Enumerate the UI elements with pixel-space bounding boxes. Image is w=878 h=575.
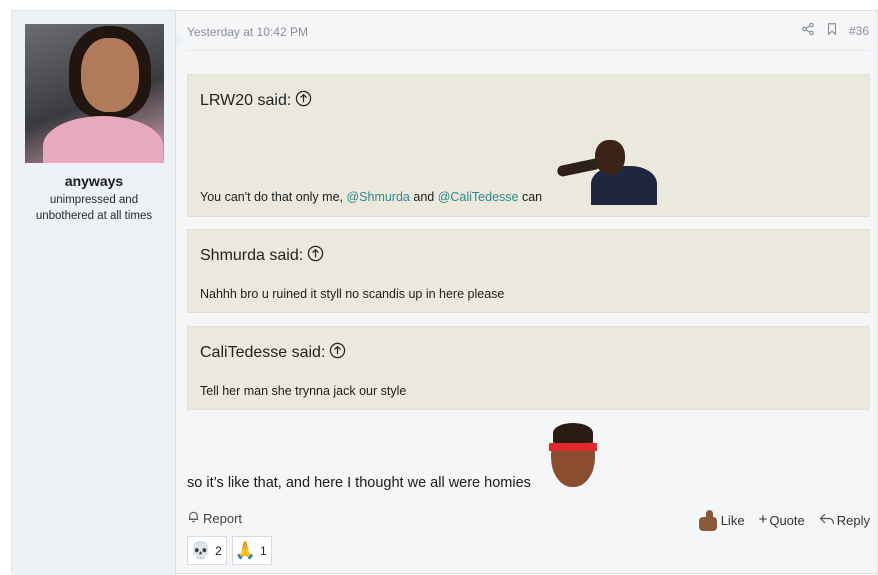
quote-author[interactable]: Shmurda said:	[200, 247, 303, 265]
bell-icon	[187, 510, 200, 526]
quote-text: Nahhh bro u ruined it styll no scandis u…	[200, 287, 505, 301]
skull-icon: 💀	[190, 540, 212, 561]
user-sidebar: anyways unimpressed and unbothered at al…	[12, 11, 176, 575]
post-header: Yesterday at 10:42 PM #36	[187, 11, 869, 51]
plus-icon: +	[758, 511, 768, 528]
arrow-up-circle-icon[interactable]	[295, 90, 312, 112]
quote-block: Shmurda said: Nahhh bro u ruined it styl…	[187, 229, 870, 313]
post-header-actions: #36	[801, 22, 869, 39]
post-body-text: so it’s like that, and here I thought we…	[187, 475, 531, 491]
thumbs-up-icon	[695, 509, 719, 531]
post-footer: Report Like + Quote Reply	[187, 509, 870, 531]
mention-link[interactable]: @CaliTedesse	[438, 190, 519, 204]
user-title: unimpressed and unbothered at all times	[35, 194, 153, 222]
post-date[interactable]: Yesterday at 10:42 PM	[187, 25, 308, 39]
quote-author[interactable]: CaliTedesse said:	[200, 344, 325, 362]
avatar[interactable]	[25, 24, 164, 163]
bookmark-icon[interactable]	[825, 22, 839, 39]
quote-header[interactable]: CaliTedesse said:	[200, 342, 346, 364]
quote-text: You can't do that only me, @Shmurda and …	[200, 190, 543, 204]
report-label: Report	[203, 510, 243, 526]
forum-post: anyways unimpressed and unbothered at al…	[11, 10, 878, 575]
post-main: Yesterday at 10:42 PM #36 LRW20 said: Yo…	[187, 11, 878, 575]
reaction-skull[interactable]: 💀 2	[187, 536, 227, 565]
custom-emoji-image	[547, 421, 599, 491]
arrow-up-circle-icon[interactable]	[307, 245, 324, 267]
arrow-up-circle-icon[interactable]	[329, 342, 346, 364]
reply-button[interactable]: Reply	[819, 512, 870, 529]
reaction-pray[interactable]: 🙏 1	[231, 536, 272, 565]
username[interactable]: anyways	[12, 173, 176, 189]
reaction-count: 2	[215, 543, 222, 558]
post-number[interactable]: #36	[849, 24, 869, 38]
quote-text: Tell her man she trynna jack our style	[200, 384, 407, 398]
quote-header[interactable]: Shmurda said:	[200, 245, 324, 267]
quote-block: LRW20 said: You can't do that only me, @…	[187, 74, 870, 217]
post-actions: Like + Quote Reply	[695, 509, 870, 531]
like-label: Like	[720, 512, 745, 528]
reaction-count: 1	[260, 543, 267, 558]
share-icon[interactable]	[801, 22, 815, 39]
like-button[interactable]: Like	[695, 509, 745, 531]
reply-label: Reply	[836, 512, 870, 528]
reply-arrow-icon	[819, 512, 835, 529]
post-arrow	[176, 31, 185, 51]
reactions-bar: 💀 2 🙏 1	[187, 536, 272, 565]
mention-link[interactable]: @Shmurda	[346, 190, 409, 204]
report-button[interactable]: Report	[187, 510, 242, 526]
quote-label: Quote	[769, 512, 805, 528]
quote-button[interactable]: + Quote	[758, 511, 805, 528]
praying-hands-icon: 🙏	[234, 540, 257, 561]
reaction-gif-image	[555, 138, 658, 205]
quote-block: CaliTedesse said: Tell her man she trynn…	[187, 326, 870, 410]
quote-author[interactable]: LRW20 said:	[200, 92, 291, 110]
quote-header[interactable]: LRW20 said:	[200, 90, 312, 112]
